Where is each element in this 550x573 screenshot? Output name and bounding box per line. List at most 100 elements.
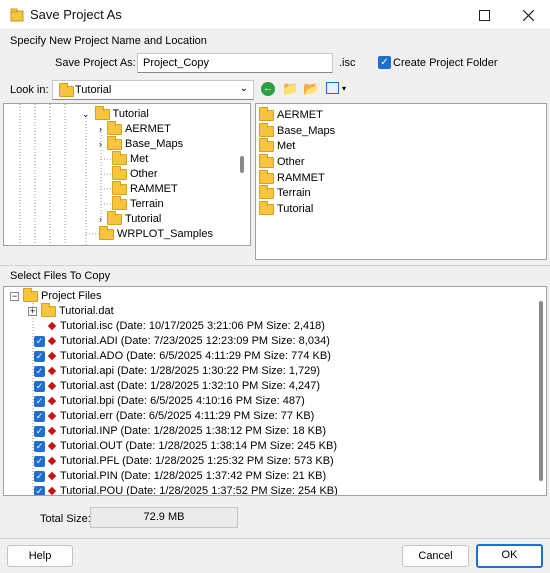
folder-tree[interactable]: ⌄ Tutorial › AERMET › Base_Maps Met Other R… — [3, 103, 251, 246]
files-subfolder[interactable]: + Tutorial.dat — [28, 302, 114, 319]
view-menu-icon[interactable] — [326, 82, 339, 94]
splitter[interactable] — [0, 265, 550, 266]
folder-icon — [99, 225, 114, 240]
file-icon — [47, 366, 57, 376]
expand-icon[interactable]: › — [99, 124, 102, 134]
file-label: Tutorial.ADO (Date: 6/5/2025 4:11:29 PM … — [60, 350, 331, 362]
folder-icon — [41, 302, 56, 317]
tree-guide-lines — [19, 104, 111, 245]
tree-item-base-maps[interactable]: › Base_Maps — [99, 135, 183, 152]
tree-item-wrplot[interactable]: WRPLOT_Samples — [99, 225, 213, 242]
file-row[interactable]: ✓ Tutorial.err (Date: 6/5/2025 4:11:29 PM… — [34, 409, 314, 424]
file-checkbox[interactable]: ✓ — [34, 380, 45, 392]
project-name-input[interactable] — [137, 53, 333, 73]
tree-item-met[interactable]: Met — [112, 150, 148, 167]
folder-icon — [259, 200, 274, 215]
folder-list[interactable]: AERMET Base_Maps Met Other RAMMET Terrai… — [255, 103, 547, 260]
total-size-value: 72.9 MB — [90, 507, 238, 528]
expand-icon[interactable]: › — [99, 214, 102, 224]
file-icon — [47, 321, 57, 331]
window-title: Save Project As — [30, 7, 122, 22]
up-folder-icon[interactable]: 📁 — [282, 81, 298, 97]
file-icon — [47, 336, 57, 346]
file-row[interactable]: ✓ Tutorial.ADI (Date: 7/23/2025 12:23:09 … — [34, 334, 330, 349]
folder-icon — [259, 106, 274, 121]
files-group-label: Select Files To Copy — [10, 270, 111, 282]
look-in-dropdown[interactable]: Tutorial ⌄ — [52, 80, 254, 100]
tree-item-other[interactable]: Other — [112, 165, 158, 182]
list-item[interactable]: Other — [259, 153, 305, 170]
expand-icon[interactable]: + — [28, 307, 37, 316]
file-icon — [47, 411, 57, 421]
specify-group-label: Specify New Project Name and Location — [10, 35, 207, 47]
file-checkbox[interactable]: ✓ — [34, 335, 45, 347]
file-label: Tutorial.PFL (Date: 1/28/2025 1:25:32 PM… — [60, 455, 334, 467]
app-icon — [10, 8, 24, 22]
file-row[interactable]: ✓ Tutorial.OUT (Date: 1/28/2025 1:38:14 P… — [34, 439, 337, 454]
list-item[interactable]: RAMMET — [259, 169, 325, 186]
back-icon[interactable]: ← — [261, 82, 275, 96]
file-checkbox[interactable]: ✓ — [34, 485, 45, 495]
list-item[interactable]: Terrain — [259, 184, 311, 201]
file-checkbox[interactable]: ✓ — [34, 470, 45, 482]
folder-icon — [94, 105, 110, 120]
expand-icon[interactable]: › — [99, 139, 102, 149]
tree-item-tutorial-sub[interactable]: › Tutorial — [99, 210, 161, 227]
file-checkbox[interactable]: ✓ — [34, 440, 45, 452]
maximize-button[interactable] — [462, 0, 506, 30]
file-checkbox[interactable]: ✓ — [34, 395, 45, 407]
file-row[interactable]: ✓ Tutorial.PIN (Date: 1/28/2025 1:37:42 P… — [34, 469, 326, 484]
new-folder-icon[interactable]: 📂 — [303, 81, 319, 97]
folder-icon — [59, 83, 74, 97]
folder-icon — [107, 135, 122, 150]
file-row[interactable]: Tutorial.isc (Date: 10/17/2025 3:21:06 P… — [34, 319, 325, 334]
tree-item-aermet[interactable]: › AERMET — [99, 120, 171, 137]
file-row[interactable]: ✓ Tutorial.PFL (Date: 1/28/2025 1:25:32 P… — [34, 454, 334, 469]
create-folder-checkbox[interactable]: ✓ — [378, 56, 391, 69]
files-tree[interactable]: − Project Files + Tutorial.dat Tutorial.is… — [3, 286, 547, 496]
tree-item-terrain[interactable]: Terrain — [112, 195, 164, 212]
file-checkbox[interactable]: ✓ — [34, 410, 45, 422]
tree-item-rammet[interactable]: RAMMET — [112, 180, 178, 197]
file-checkbox[interactable]: ✓ — [34, 365, 45, 377]
list-item[interactable]: Base_Maps — [259, 122, 335, 139]
file-icon — [47, 441, 57, 451]
file-label: Tutorial.ADI (Date: 7/23/2025 12:23:09 P… — [60, 335, 330, 347]
list-item[interactable]: Met — [259, 137, 295, 154]
file-row[interactable]: ✓ Tutorial.INP (Date: 1/28/2025 1:38:12 P… — [34, 424, 326, 439]
list-item[interactable]: Tutorial — [259, 200, 313, 217]
tree-item-tutorial[interactable]: ⌄ Tutorial — [82, 105, 149, 122]
folder-icon — [259, 169, 274, 184]
close-button[interactable] — [506, 0, 550, 30]
help-button[interactable]: Help — [7, 545, 73, 567]
file-checkbox[interactable]: ✓ — [34, 455, 45, 467]
file-row[interactable]: ✓ Tutorial.ast (Date: 1/28/2025 1:32:10 P… — [34, 379, 320, 394]
file-row[interactable]: ✓ Tutorial.bpi (Date: 6/5/2025 4:10:16 PM… — [34, 394, 305, 409]
folder-icon — [112, 195, 127, 210]
save-as-label: Save Project As: — [55, 57, 136, 69]
close-icon — [522, 9, 534, 21]
file-checkbox[interactable]: ✓ — [34, 350, 45, 362]
view-chevron-icon[interactable]: ▾ — [342, 84, 346, 93]
file-icon — [47, 471, 57, 481]
folder-icon — [112, 150, 127, 165]
ok-button[interactable]: OK — [476, 544, 543, 568]
file-checkbox[interactable]: ✓ — [34, 425, 45, 437]
file-label: Tutorial.INP (Date: 1/28/2025 1:38:12 PM… — [60, 425, 326, 437]
file-icon — [47, 486, 57, 495]
file-icon — [47, 351, 57, 361]
file-row[interactable]: ✓ Tutorial.POU (Date: 1/28/2025 1:37:52 P… — [34, 484, 338, 495]
look-in-label: Look in: — [10, 84, 49, 96]
files-scrollbar[interactable] — [539, 301, 543, 481]
cancel-button[interactable]: Cancel — [402, 545, 469, 567]
file-row[interactable]: ✓ Tutorial.ADO (Date: 6/5/2025 4:11:29 PM… — [34, 349, 331, 364]
tree-scrollbar[interactable] — [240, 156, 244, 173]
file-icon — [47, 396, 57, 406]
file-icon — [47, 381, 57, 391]
files-root[interactable]: − Project Files — [10, 287, 102, 304]
file-row[interactable]: ✓ Tutorial.api (Date: 1/28/2025 1:30:22 P… — [34, 364, 320, 379]
folder-icon — [259, 122, 274, 137]
collapse-icon[interactable]: − — [10, 292, 19, 301]
collapse-icon[interactable]: ⌄ — [82, 109, 90, 119]
list-item[interactable]: AERMET — [259, 106, 323, 123]
